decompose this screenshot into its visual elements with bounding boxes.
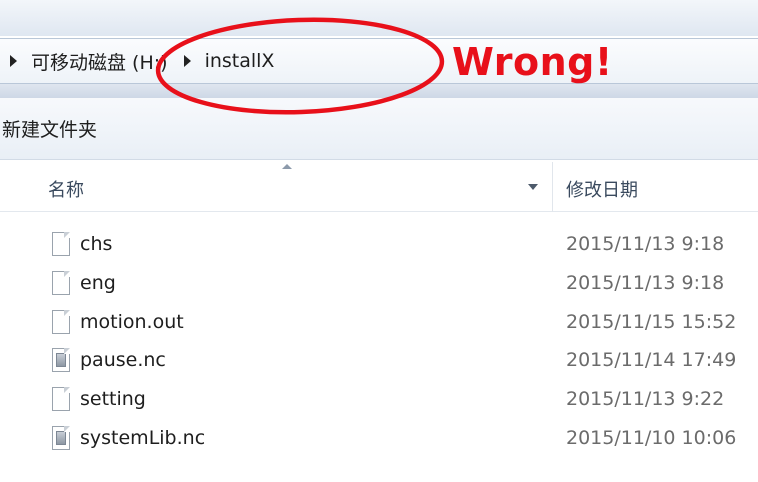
file-name: chs (80, 233, 113, 255)
blank-file-icon (52, 387, 70, 412)
breadcrumb-chevron-icon[interactable] (10, 55, 17, 67)
window-top-frame (0, 0, 758, 36)
file-row[interactable]: chs 2015/11/13 9:18 (0, 226, 758, 265)
file-list: chs 2015/11/13 9:18 eng 2015/11/13 9:18 … (0, 226, 758, 459)
file-name: pause.nc (80, 349, 166, 372)
file-date-modified: 2015/11/13 9:22 (566, 388, 725, 411)
breadcrumb-drive-h[interactable]: 可移动磁盘 (H:) (31, 48, 168, 75)
annotation-wrong-label: Wrong! (452, 40, 613, 84)
file-name: systemLib.nc (80, 426, 206, 449)
column-header-name[interactable]: 名称 (48, 176, 84, 202)
column-header-row: 名称 修改日期 (0, 162, 758, 212)
file-date-modified: 2015/11/15 15:52 (566, 310, 737, 333)
file-name: motion.out (80, 310, 184, 333)
file-date-modified: 2015/11/14 17:49 (566, 349, 737, 372)
blank-file-icon (52, 270, 70, 295)
blank-file-icon (52, 232, 70, 256)
nc-file-icon (52, 425, 70, 450)
breadcrumb-installx[interactable]: installX (205, 50, 275, 72)
address-toolbar-separator (0, 84, 758, 98)
file-name: eng (80, 271, 116, 294)
file-row[interactable]: systemLib.nc 2015/11/10 10:06 (0, 420, 758, 459)
breadcrumb-chevron-icon[interactable] (183, 55, 191, 67)
new-folder-button[interactable]: 新建文件夹 (0, 111, 103, 146)
blank-file-icon (52, 309, 70, 334)
file-row[interactable]: motion.out 2015/11/15 15:52 (0, 304, 758, 343)
sort-ascending-icon (282, 164, 292, 169)
address-bar[interactable]: 可移动磁盘 (H:) installX (0, 38, 758, 84)
nc-file-icon (52, 348, 70, 373)
file-name: setting (80, 388, 146, 411)
file-date-modified: 2015/11/13 9:18 (566, 233, 725, 255)
file-row[interactable]: pause.nc 2015/11/14 17:49 (0, 342, 758, 381)
file-row[interactable]: setting 2015/11/13 9:22 (0, 381, 758, 420)
column-divider[interactable] (552, 162, 553, 212)
column-header-date-modified[interactable]: 修改日期 (566, 176, 638, 202)
file-date-modified: 2015/11/10 10:06 (566, 426, 737, 449)
file-date-modified: 2015/11/13 9:18 (566, 271, 725, 294)
file-row[interactable]: eng 2015/11/13 9:18 (0, 265, 758, 304)
column-dropdown-icon[interactable] (528, 184, 538, 190)
command-bar: 新建文件夹 (0, 98, 758, 160)
